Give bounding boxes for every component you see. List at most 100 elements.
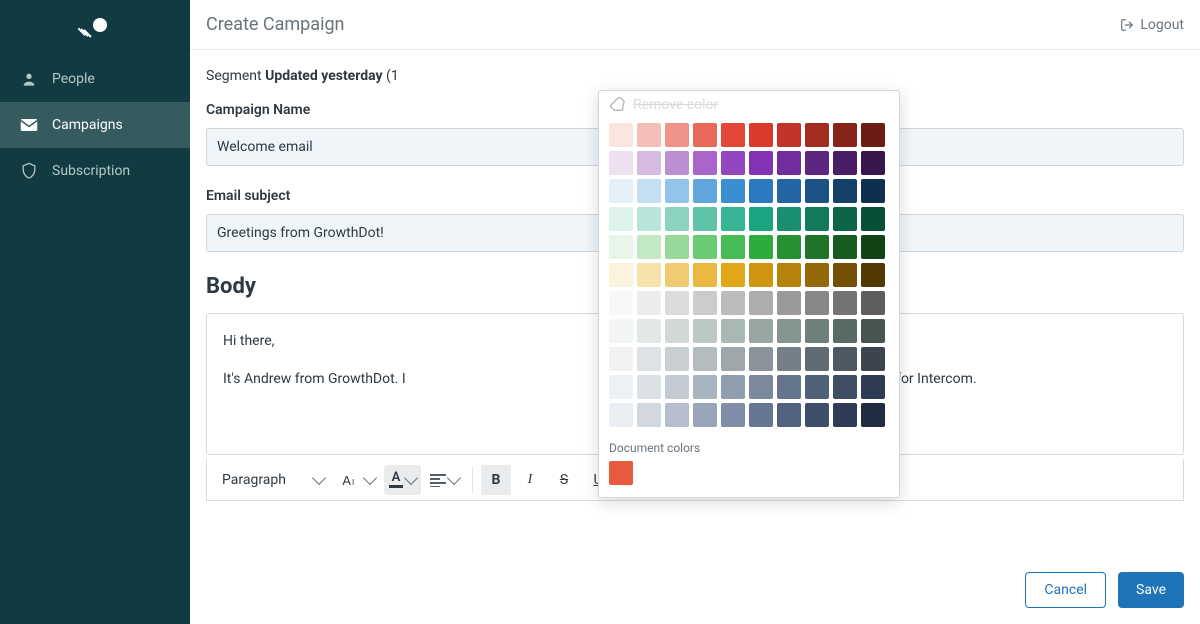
- color-swatch[interactable]: [637, 319, 661, 343]
- color-swatch[interactable]: [833, 291, 857, 315]
- color-swatch[interactable]: [777, 347, 801, 371]
- color-swatch[interactable]: [637, 179, 661, 203]
- color-swatch[interactable]: [861, 319, 885, 343]
- color-swatch[interactable]: [749, 207, 773, 231]
- color-swatch[interactable]: [665, 207, 689, 231]
- color-swatch[interactable]: [721, 179, 745, 203]
- color-swatch[interactable]: [637, 151, 661, 175]
- color-swatch[interactable]: [637, 263, 661, 287]
- color-swatch[interactable]: [665, 319, 689, 343]
- color-swatch[interactable]: [833, 207, 857, 231]
- color-swatch[interactable]: [693, 123, 717, 147]
- color-swatch[interactable]: [861, 123, 885, 147]
- color-swatch[interactable]: [665, 123, 689, 147]
- paragraph-select[interactable]: Paragraph: [213, 465, 333, 495]
- color-swatch[interactable]: [693, 291, 717, 315]
- color-swatch[interactable]: [805, 375, 829, 399]
- color-swatch[interactable]: [637, 375, 661, 399]
- color-swatch[interactable]: [861, 179, 885, 203]
- color-swatch[interactable]: [637, 123, 661, 147]
- color-swatch[interactable]: [777, 263, 801, 287]
- color-swatch[interactable]: [693, 235, 717, 259]
- color-swatch[interactable]: [609, 207, 633, 231]
- color-swatch[interactable]: [805, 151, 829, 175]
- sidebar-item-subscription[interactable]: Subscription: [0, 148, 190, 194]
- cancel-button[interactable]: Cancel: [1025, 572, 1106, 608]
- color-swatch[interactable]: [609, 347, 633, 371]
- color-swatch[interactable]: [749, 123, 773, 147]
- color-swatch[interactable]: [721, 319, 745, 343]
- color-swatch[interactable]: [749, 347, 773, 371]
- color-swatch[interactable]: [777, 151, 801, 175]
- color-swatch[interactable]: [805, 319, 829, 343]
- font-color-button[interactable]: A: [384, 465, 421, 495]
- color-swatch[interactable]: [861, 151, 885, 175]
- color-swatch[interactable]: [665, 179, 689, 203]
- color-swatch[interactable]: [637, 403, 661, 427]
- color-swatch[interactable]: [721, 403, 745, 427]
- color-swatch[interactable]: [665, 263, 689, 287]
- strike-button[interactable]: S: [549, 465, 579, 495]
- color-swatch[interactable]: [861, 347, 885, 371]
- color-swatch[interactable]: [693, 263, 717, 287]
- save-button[interactable]: Save: [1118, 572, 1184, 608]
- color-swatch[interactable]: [721, 347, 745, 371]
- color-swatch[interactable]: [693, 319, 717, 343]
- color-swatch[interactable]: [609, 179, 633, 203]
- color-swatch[interactable]: [721, 207, 745, 231]
- color-swatch[interactable]: [833, 123, 857, 147]
- color-swatch[interactable]: [665, 235, 689, 259]
- color-swatch[interactable]: [777, 403, 801, 427]
- color-swatch[interactable]: [609, 291, 633, 315]
- color-swatch[interactable]: [749, 375, 773, 399]
- color-swatch[interactable]: [693, 151, 717, 175]
- color-swatch[interactable]: [861, 291, 885, 315]
- color-swatch[interactable]: [749, 179, 773, 203]
- color-swatch[interactable]: [777, 207, 801, 231]
- document-color-swatch[interactable]: [609, 461, 633, 485]
- color-swatch[interactable]: [721, 375, 745, 399]
- color-swatch[interactable]: [749, 263, 773, 287]
- italic-button[interactable]: I: [515, 465, 545, 495]
- color-swatch[interactable]: [609, 123, 633, 147]
- color-swatch[interactable]: [749, 151, 773, 175]
- color-swatch[interactable]: [637, 291, 661, 315]
- color-swatch[interactable]: [609, 319, 633, 343]
- color-swatch[interactable]: [609, 235, 633, 259]
- color-swatch[interactable]: [777, 123, 801, 147]
- color-swatch[interactable]: [609, 403, 633, 427]
- color-swatch[interactable]: [665, 403, 689, 427]
- font-size-button[interactable]: AI: [337, 465, 380, 495]
- sidebar-item-campaigns[interactable]: Campaigns: [0, 102, 190, 148]
- color-swatch[interactable]: [749, 291, 773, 315]
- color-swatch[interactable]: [777, 375, 801, 399]
- color-swatch[interactable]: [721, 291, 745, 315]
- color-swatch[interactable]: [637, 347, 661, 371]
- color-swatch[interactable]: [693, 207, 717, 231]
- color-swatch[interactable]: [609, 151, 633, 175]
- color-swatch[interactable]: [665, 151, 689, 175]
- bold-button[interactable]: B: [481, 465, 511, 495]
- color-swatch[interactable]: [833, 403, 857, 427]
- color-swatch[interactable]: [721, 123, 745, 147]
- color-swatch[interactable]: [805, 403, 829, 427]
- color-swatch[interactable]: [777, 235, 801, 259]
- color-swatch[interactable]: [693, 403, 717, 427]
- color-swatch[interactable]: [665, 375, 689, 399]
- color-swatch[interactable]: [861, 235, 885, 259]
- color-swatch[interactable]: [693, 347, 717, 371]
- color-swatch[interactable]: [861, 403, 885, 427]
- color-swatch[interactable]: [777, 291, 801, 315]
- color-swatch[interactable]: [749, 235, 773, 259]
- color-swatch[interactable]: [749, 319, 773, 343]
- color-swatch[interactable]: [861, 375, 885, 399]
- logout-button[interactable]: Logout: [1120, 17, 1184, 33]
- color-swatch[interactable]: [693, 375, 717, 399]
- remove-color-button[interactable]: Remove color: [609, 97, 889, 113]
- color-swatch[interactable]: [665, 291, 689, 315]
- color-swatch[interactable]: [609, 375, 633, 399]
- color-swatch[interactable]: [805, 263, 829, 287]
- color-swatch[interactable]: [861, 207, 885, 231]
- color-swatch[interactable]: [777, 179, 801, 203]
- color-swatch[interactable]: [637, 207, 661, 231]
